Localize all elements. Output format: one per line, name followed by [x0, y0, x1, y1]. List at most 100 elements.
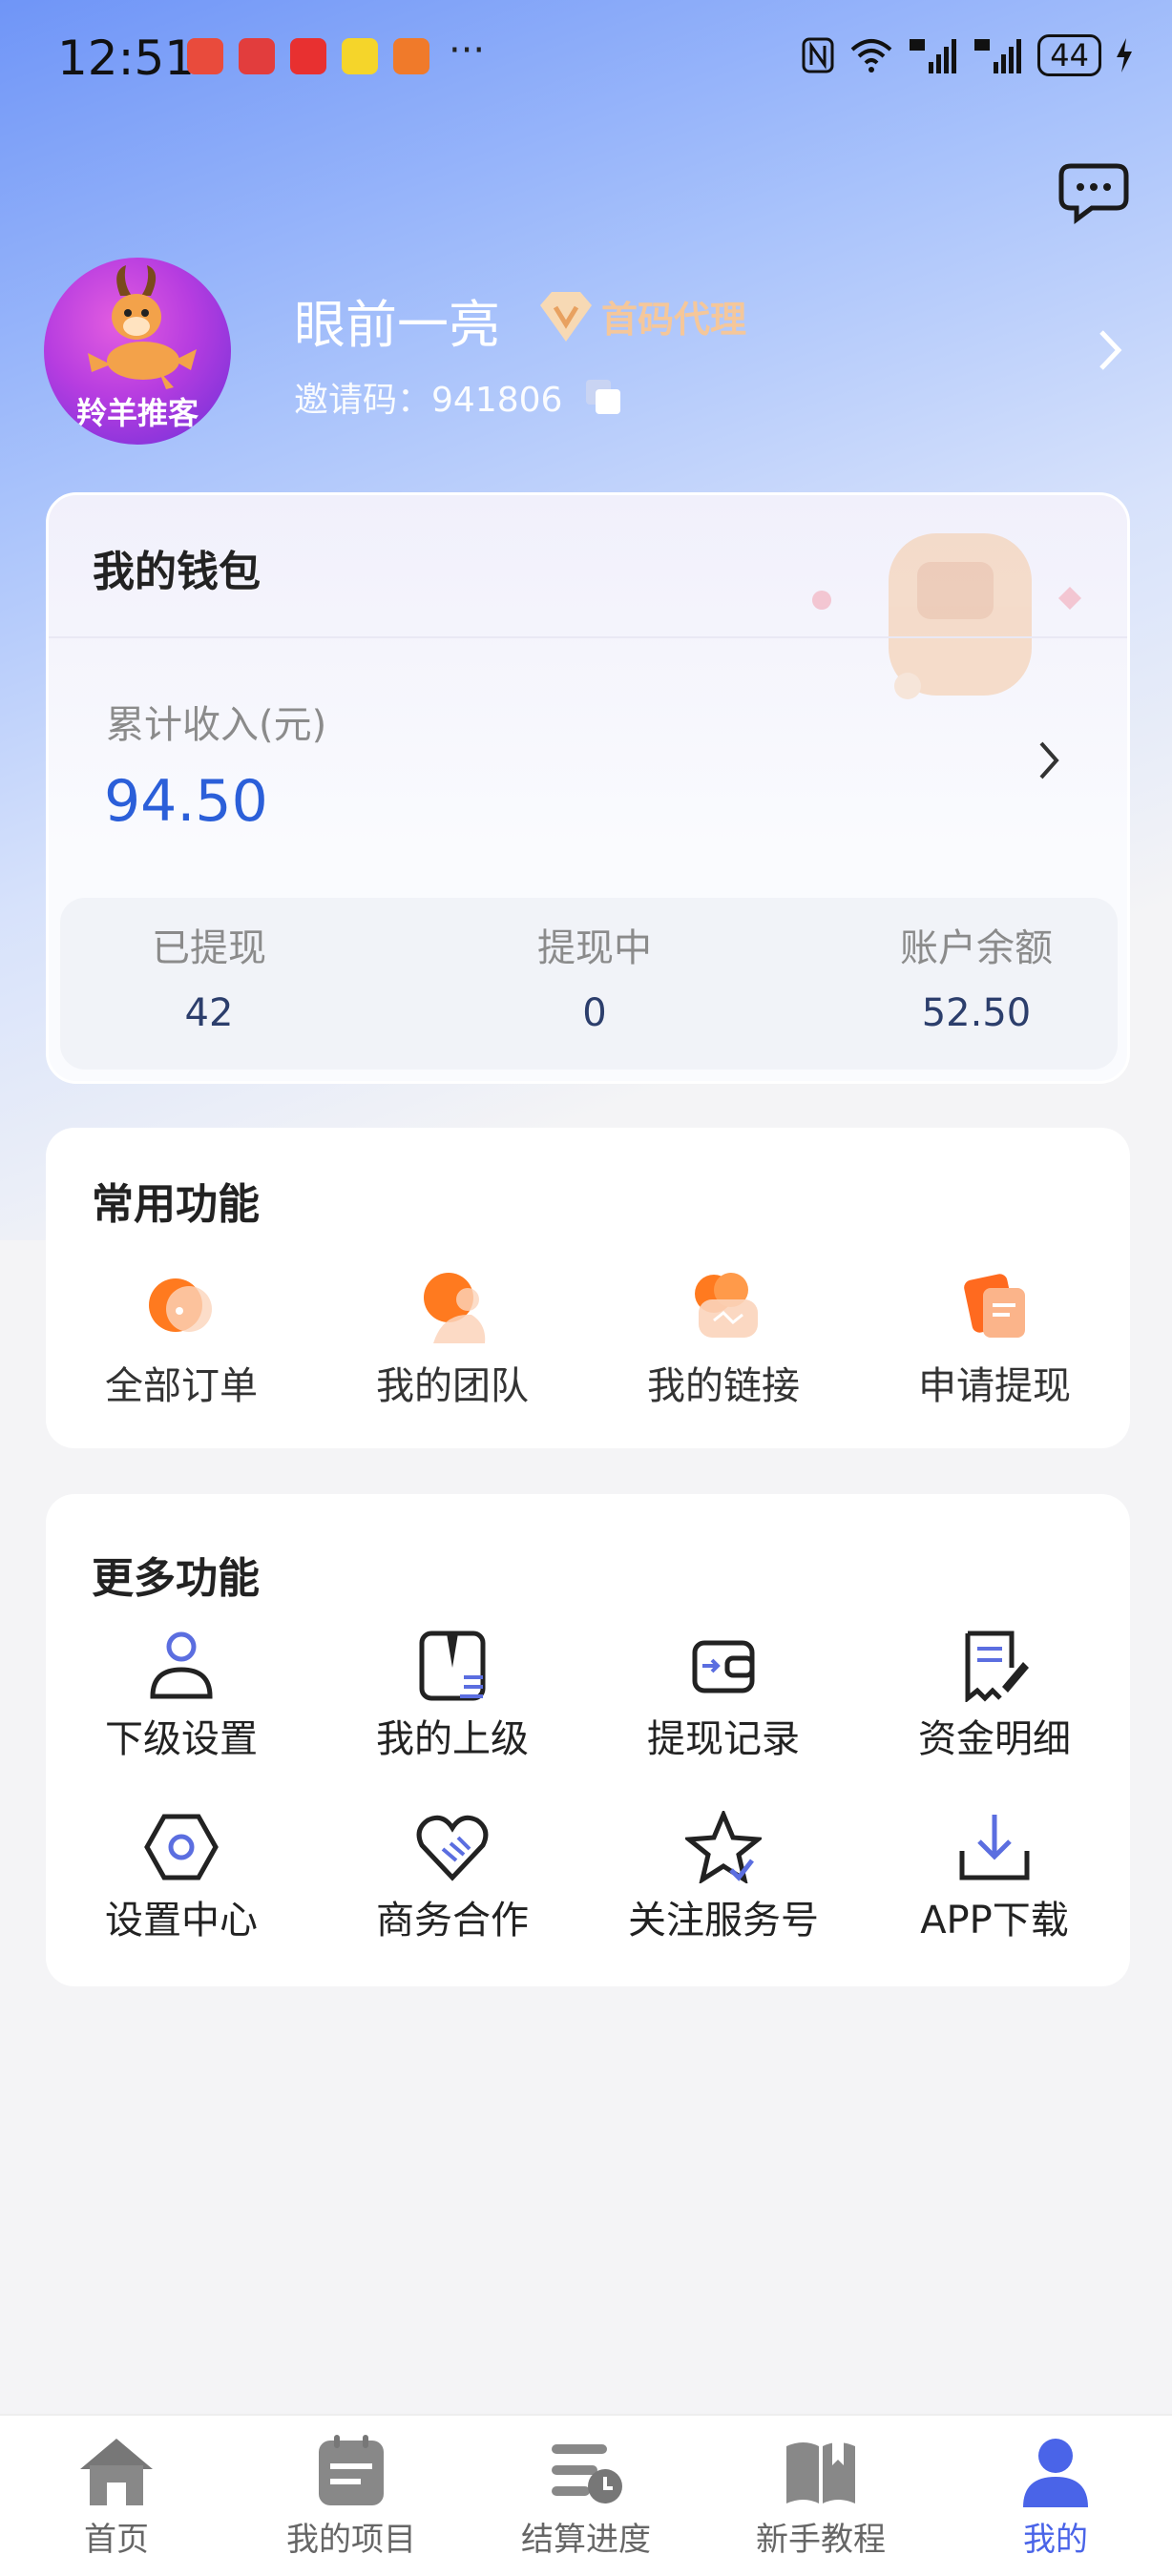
tab-label: 我的项目 — [286, 2521, 416, 2559]
link-icon — [695, 1273, 758, 1338]
wallet-title: 我的钱包 — [93, 548, 261, 596]
tab-label: 新手教程 — [756, 2521, 886, 2559]
function-label: 我的链接 — [647, 1364, 800, 1408]
notification-app-icon — [393, 38, 429, 74]
chevron-right-icon[interactable] — [1037, 739, 1060, 781]
my-link-button[interactable]: 我的链接 — [588, 1267, 859, 1410]
tab-projects[interactable]: 我的项目 — [256, 2433, 447, 2560]
stat-value: 42 — [184, 991, 234, 1035]
app-download-button[interactable]: APP下载 — [859, 1811, 1130, 1944]
bottom-tab-bar: 首页 我的项目 结算进度 新手教程 我的 — [0, 2414, 1172, 2576]
wifi-icon — [850, 39, 892, 73]
stat-withdrawing[interactable]: 提现中 0 — [480, 917, 709, 1035]
invite-code-label: 邀请码： — [294, 381, 432, 420]
section-title: 常用功能 — [92, 1180, 260, 1229]
charging-icon — [1117, 38, 1132, 73]
wallet-bag-illustration — [812, 533, 1081, 699]
tab-settlement-progress[interactable]: 结算进度 — [491, 2433, 681, 2560]
divider — [49, 636, 1127, 638]
more-notifications-icon: ··· — [449, 29, 486, 73]
home-icon — [80, 2439, 153, 2505]
stat-label: 账户余额 — [900, 926, 1053, 970]
income-value: 94.50 — [104, 768, 268, 835]
progress-icon — [552, 2444, 622, 2503]
income-label: 累计收入(元) — [106, 703, 327, 747]
function-label: 设置中心 — [105, 1899, 258, 1942]
project-icon — [319, 2435, 384, 2505]
signal-icon — [974, 39, 1022, 73]
fund-details-button[interactable]: 资金明细 — [859, 1630, 1130, 1763]
section-title: 更多功能 — [92, 1554, 260, 1603]
status-time: 12:51 — [57, 31, 196, 86]
subordinate-settings-button[interactable]: 下级设置 — [46, 1630, 317, 1763]
avatar-text: 羚羊推客 — [75, 395, 199, 431]
profile-icon — [1023, 2439, 1088, 2507]
document-edit-icon — [965, 1631, 1029, 1702]
wallet-icon — [692, 1640, 755, 1693]
tab-mine[interactable]: 我的 — [960, 2433, 1151, 2560]
stat-value: 52.50 — [921, 991, 1032, 1035]
function-label: 关注服务号 — [628, 1899, 819, 1942]
invite-code-value: 941806 — [431, 381, 563, 420]
wallet-stats: 已提现 42 提现中 0 账户余额 52.50 — [60, 898, 1118, 1070]
notification-app-icon — [290, 38, 326, 74]
status-bar: 12:51 ··· 44 — [0, 0, 1172, 114]
function-label: 我的上级 — [376, 1717, 529, 1761]
stat-label: 已提现 — [152, 926, 266, 970]
status-icons: 44 — [801, 34, 1134, 76]
agent-badge: 首码代理 — [536, 286, 746, 345]
function-label: 提现记录 — [647, 1717, 800, 1761]
function-label: 申请提现 — [918, 1364, 1071, 1408]
tab-label: 结算进度 — [521, 2521, 651, 2559]
withdraw-records-button[interactable]: 提现记录 — [588, 1630, 859, 1763]
nfc-icon — [802, 37, 834, 73]
hexagon-settings-icon — [144, 1814, 219, 1880]
common-functions-card: 常用功能 全部订单 我的团队 我的链接 申请提现 — [46, 1128, 1130, 1448]
handshake-heart-icon — [416, 1815, 489, 1881]
stat-withdrawn[interactable]: 已提现 42 — [94, 917, 324, 1035]
avatar[interactable]: 羚羊推客 — [44, 258, 231, 445]
orders-icon — [149, 1278, 212, 1332]
function-label: 商务合作 — [376, 1899, 529, 1942]
signal-icon — [910, 39, 957, 73]
tab-label: 首页 — [84, 2521, 149, 2559]
tab-home[interactable]: 首页 — [21, 2433, 212, 2560]
message-icon[interactable] — [1057, 160, 1130, 225]
withdraw-icon — [964, 1274, 1025, 1338]
tab-tutorial[interactable]: 新手教程 — [725, 2433, 916, 2560]
superior-icon — [419, 1631, 486, 1701]
function-label: 资金明细 — [918, 1717, 1071, 1761]
agent-badge-label: 首码代理 — [601, 298, 747, 341]
function-label: 下级设置 — [105, 1717, 258, 1761]
copy-icon[interactable] — [584, 378, 622, 416]
apply-withdraw-button[interactable]: 申请提现 — [859, 1267, 1130, 1410]
tab-label: 我的 — [1023, 2521, 1088, 2559]
my-superior-button[interactable]: 我的上级 — [317, 1630, 588, 1763]
stat-label: 提现中 — [537, 926, 652, 970]
settings-center-button[interactable]: 设置中心 — [46, 1811, 317, 1944]
notification-app-icon — [187, 38, 223, 74]
star-check-icon — [685, 1811, 762, 1883]
notification-app-icon — [239, 38, 275, 74]
business-cooperation-button[interactable]: 商务合作 — [317, 1811, 588, 1944]
team-icon — [424, 1273, 486, 1343]
all-orders-button[interactable]: 全部订单 — [46, 1267, 317, 1410]
download-icon — [959, 1815, 1030, 1880]
wallet-card[interactable]: 我的钱包 累计收入(元) 94.50 已提现 42 提现中 0 账户余额 52.… — [46, 492, 1130, 1084]
function-label: 我的团队 — [376, 1364, 529, 1408]
chevron-right-icon[interactable] — [1096, 326, 1124, 374]
vip-diamond-icon — [540, 292, 592, 342]
notification-app-icon — [342, 38, 378, 74]
more-functions-card: 更多功能 下级设置 我的上级 提现记录 资金明细 设置中心 商务合作 关注服务号… — [46, 1494, 1130, 1986]
user-name: 眼前一亮 — [294, 295, 500, 355]
function-label: 全部订单 — [105, 1364, 258, 1408]
invite-code-row: 邀请码：941806 — [294, 372, 562, 422]
function-label: APP下载 — [920, 1899, 1069, 1942]
stat-balance[interactable]: 账户余额 52.50 — [862, 917, 1091, 1035]
follow-service-account-button[interactable]: 关注服务号 — [588, 1811, 859, 1944]
book-icon — [786, 2442, 855, 2503]
my-team-button[interactable]: 我的团队 — [317, 1267, 588, 1410]
stat-value: 0 — [582, 991, 607, 1035]
user-icon — [150, 1631, 213, 1699]
battery-indicator: 44 — [1037, 34, 1101, 76]
